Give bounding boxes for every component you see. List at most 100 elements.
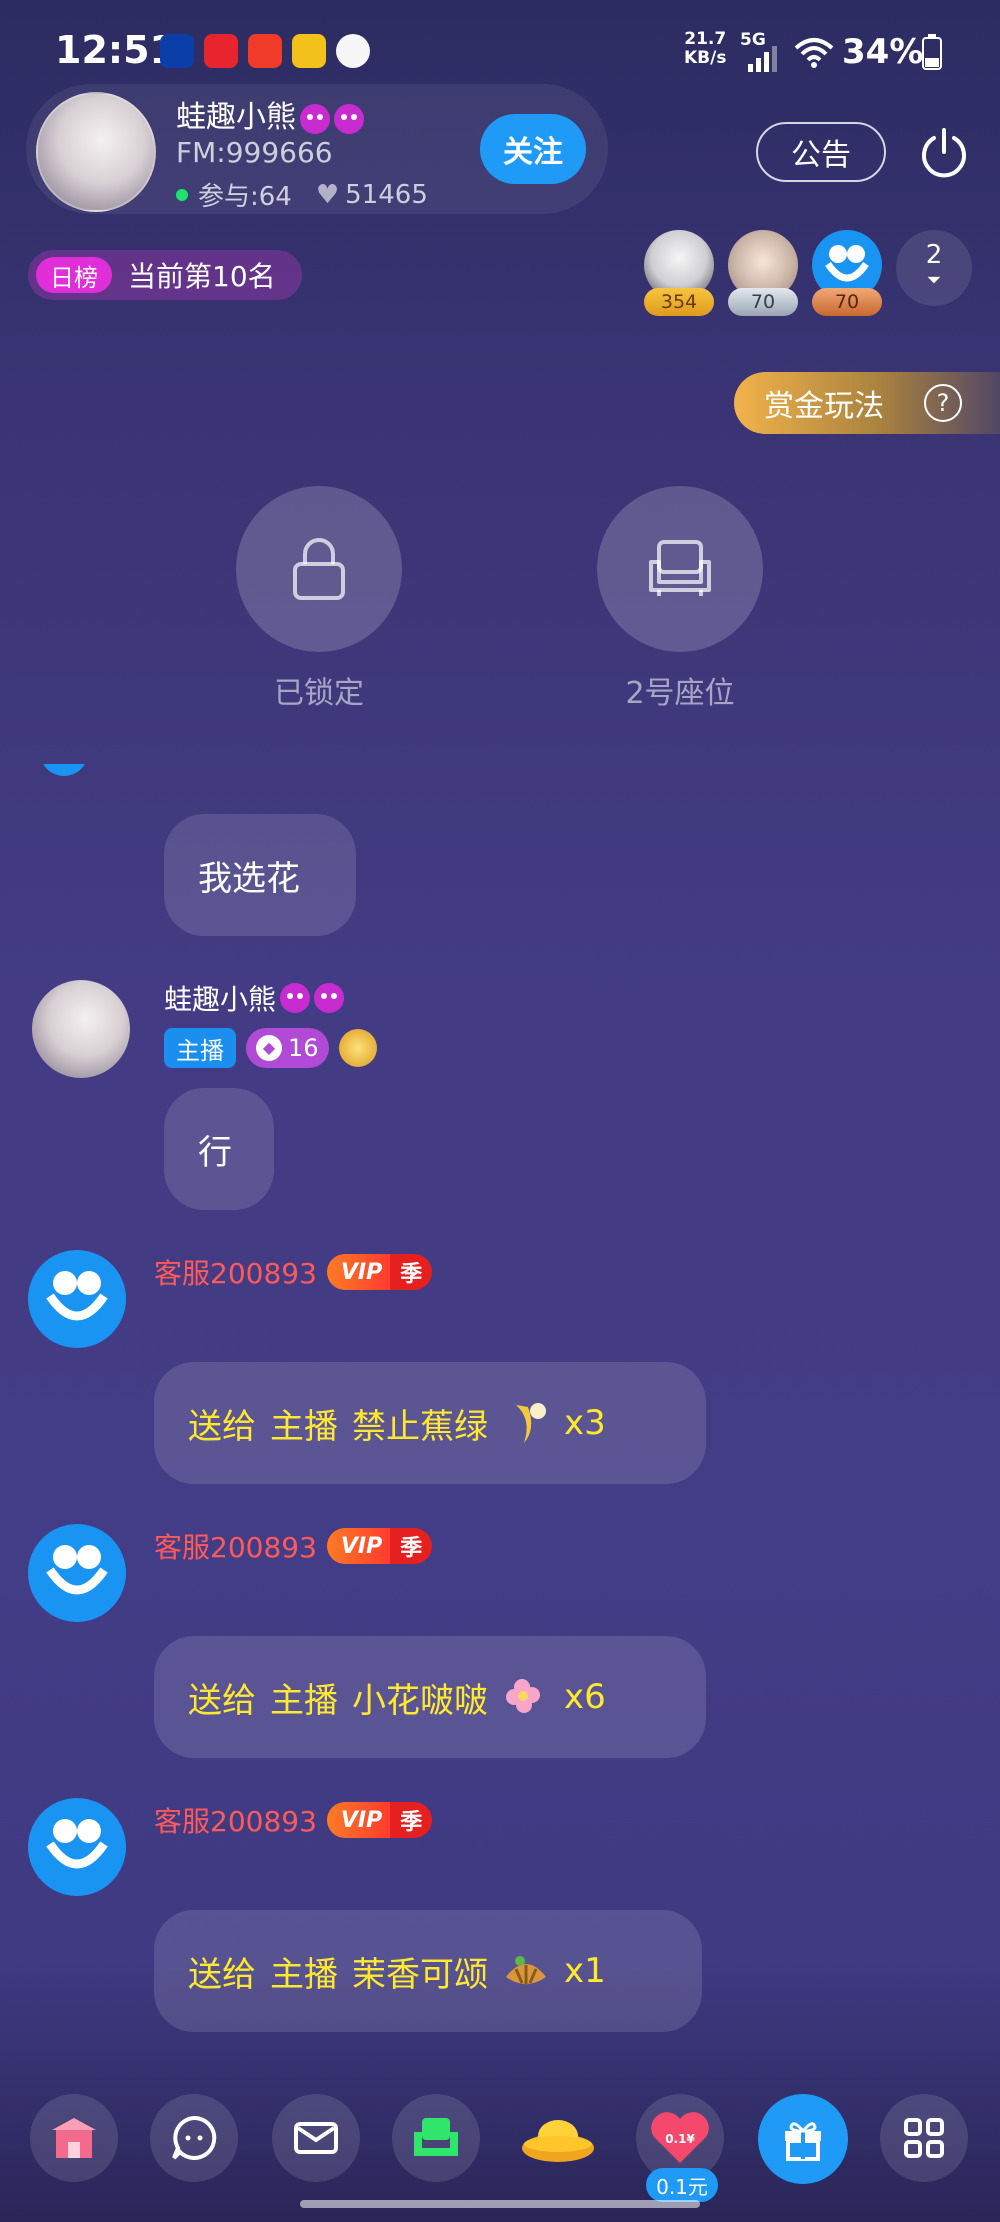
- gift-message-bubble[interactable]: 送给 主播 茉香可颂 x1: [154, 1910, 702, 2032]
- gift-count: x3: [564, 1403, 606, 1443]
- follow-button[interactable]: 关注: [480, 114, 586, 184]
- status-time: 12:51: [55, 28, 176, 72]
- weibo-icon: [336, 34, 370, 68]
- gold-ingot-icon: [522, 2120, 594, 2162]
- host-role-badge: 主播: [164, 1028, 236, 1068]
- vip-season-badge: VIP 季: [326, 1528, 433, 1564]
- medal-icon: [338, 1029, 377, 1067]
- shop-icon: [52, 2118, 96, 2158]
- sofa-icon: [414, 2118, 458, 2156]
- devil-emoji-icon: [314, 983, 345, 1013]
- chat-username-text: 客服200893: [154, 1257, 317, 1290]
- level-badge: ◆ 16: [246, 1028, 329, 1068]
- seat-locked[interactable]: [236, 486, 402, 652]
- signal-icon: [748, 46, 777, 72]
- chat-username[interactable]: 客服200893 VIP 季: [154, 1252, 433, 1292]
- chat-icon: [172, 2115, 217, 2160]
- vip-label: VIP: [326, 1802, 391, 1838]
- participants-count: 参与:64: [198, 182, 292, 212]
- sofa-icon: [649, 540, 711, 596]
- vip-season-badge: VIP 季: [326, 1802, 433, 1838]
- gift-name: 茉香可颂: [352, 1954, 488, 1995]
- gift-message-bubble[interactable]: 送给 主播 小花啵啵 x6: [154, 1636, 706, 1758]
- chat-user-avatar[interactable]: [28, 1524, 126, 1622]
- gift-target: 主播: [270, 1954, 338, 1995]
- gift-message: 送给 主播 小花啵啵 x6: [188, 1673, 606, 1722]
- chat-username[interactable]: 客服200893 VIP 季: [154, 1526, 433, 1566]
- audience-count: 2: [925, 240, 943, 270]
- help-icon[interactable]: ?: [924, 384, 962, 422]
- chat-username-text: 客服200893: [154, 1531, 317, 1564]
- banana-gift-icon: [516, 1403, 546, 1443]
- chat-user-avatar[interactable]: [28, 1250, 126, 1348]
- host-stats: 参与:64 ♥ 51465: [176, 176, 428, 213]
- vip-label: VIP: [326, 1254, 391, 1290]
- audience-more-button[interactable]: 2 ⏷: [896, 230, 972, 306]
- host-avatar[interactable]: [36, 92, 156, 212]
- gift-name: 小花啵啵: [352, 1680, 488, 1721]
- vip-season: 季: [390, 1254, 433, 1290]
- rank-text: 当前第10名: [128, 260, 276, 293]
- chat-username[interactable]: 蛙趣小熊: [164, 978, 345, 1018]
- flower-gift-icon: [506, 1679, 540, 1713]
- status-bar: 12:51 21.7 KB/s 5G 34%: [0, 0, 1000, 95]
- bounty-play-button[interactable]: 赏金玩法 ?: [734, 372, 1000, 434]
- devil-emoji-icon: [280, 983, 311, 1013]
- chat-user-avatar[interactable]: [32, 980, 130, 1078]
- heart-gift-tag: 0.1¥: [665, 2132, 695, 2146]
- notice-button[interactable]: 公告: [756, 122, 886, 182]
- cropped-avatar: [40, 764, 88, 804]
- chevron-down-icon: ⏷: [926, 270, 942, 291]
- net-speed-value: 21.7: [684, 29, 727, 49]
- seat-locked-label: 已锁定: [274, 676, 364, 711]
- chat-username[interactable]: 客服200893 VIP 季: [154, 1800, 433, 1840]
- gift-message-bubble[interactable]: 送给 主播 禁止蕉绿 x3: [154, 1362, 706, 1484]
- seat-2-label: 2号座位: [625, 676, 735, 711]
- croissant-gift-icon: [506, 1956, 546, 1985]
- host-name-text: 蛙趣小熊: [176, 100, 296, 135]
- audience-score-badge: 354: [644, 288, 714, 316]
- messages-button[interactable]: [272, 2094, 360, 2182]
- diamond-icon: ◆: [256, 1035, 282, 1061]
- gift-target: 主播: [270, 1406, 338, 1447]
- chat-bubble[interactable]: 行: [164, 1088, 274, 1210]
- heart-gift-price: 0.1元: [646, 2168, 718, 2202]
- devil-emoji-icon: [334, 103, 364, 134]
- bounty-label: 赏金玩法: [764, 389, 884, 424]
- audience-score-badge: 70: [728, 288, 798, 316]
- chat-bubble[interactable]: 我选花: [164, 814, 356, 936]
- home-indicator[interactable]: [300, 2200, 700, 2208]
- rank-tag: 日榜: [36, 257, 112, 293]
- gift-button[interactable]: [758, 2094, 848, 2184]
- more-button[interactable]: [880, 2094, 968, 2182]
- seat-button[interactable]: [392, 2094, 480, 2182]
- heart-gift-icon: 0.1¥: [651, 2112, 709, 2163]
- level-number: 16: [288, 1034, 319, 1062]
- gift-send-text: 送给: [188, 1406, 256, 1447]
- service-logo-icon: [46, 1271, 108, 1321]
- daily-rank-badge[interactable]: 日榜 当前第10名: [28, 250, 302, 300]
- online-dot-icon: [176, 188, 188, 201]
- host-name: 蛙趣小熊: [176, 92, 364, 136]
- wifi-icon: [794, 38, 834, 68]
- seat-2[interactable]: [597, 486, 763, 652]
- app-notification-icon: [292, 34, 326, 68]
- shop-button[interactable]: [30, 2094, 118, 2182]
- devil-emoji-icon: [300, 103, 330, 134]
- gift-send-text: 送给: [188, 1954, 256, 1995]
- chat-button[interactable]: [150, 2094, 238, 2182]
- notification-icons: [160, 34, 370, 68]
- service-logo-icon: [46, 1545, 108, 1595]
- chat-user-badges: 主播 ◆ 16: [164, 1028, 377, 1068]
- chat-message-text: 行: [198, 1132, 232, 1173]
- power-icon[interactable]: [918, 126, 970, 178]
- vip-season: 季: [390, 1802, 433, 1838]
- chat-message-text: 我选花: [198, 858, 300, 899]
- gift-name: 禁止蕉绿: [352, 1406, 488, 1447]
- gift-count: x1: [564, 1951, 606, 1991]
- gold-ingot-button[interactable]: [514, 2094, 602, 2182]
- chat-user-avatar[interactable]: [28, 1798, 126, 1896]
- gift-icon: [785, 2122, 821, 2161]
- net-speed-unit: KB/s: [684, 48, 727, 68]
- gift-message: 送给 主播 禁止蕉绿 x3: [188, 1399, 606, 1448]
